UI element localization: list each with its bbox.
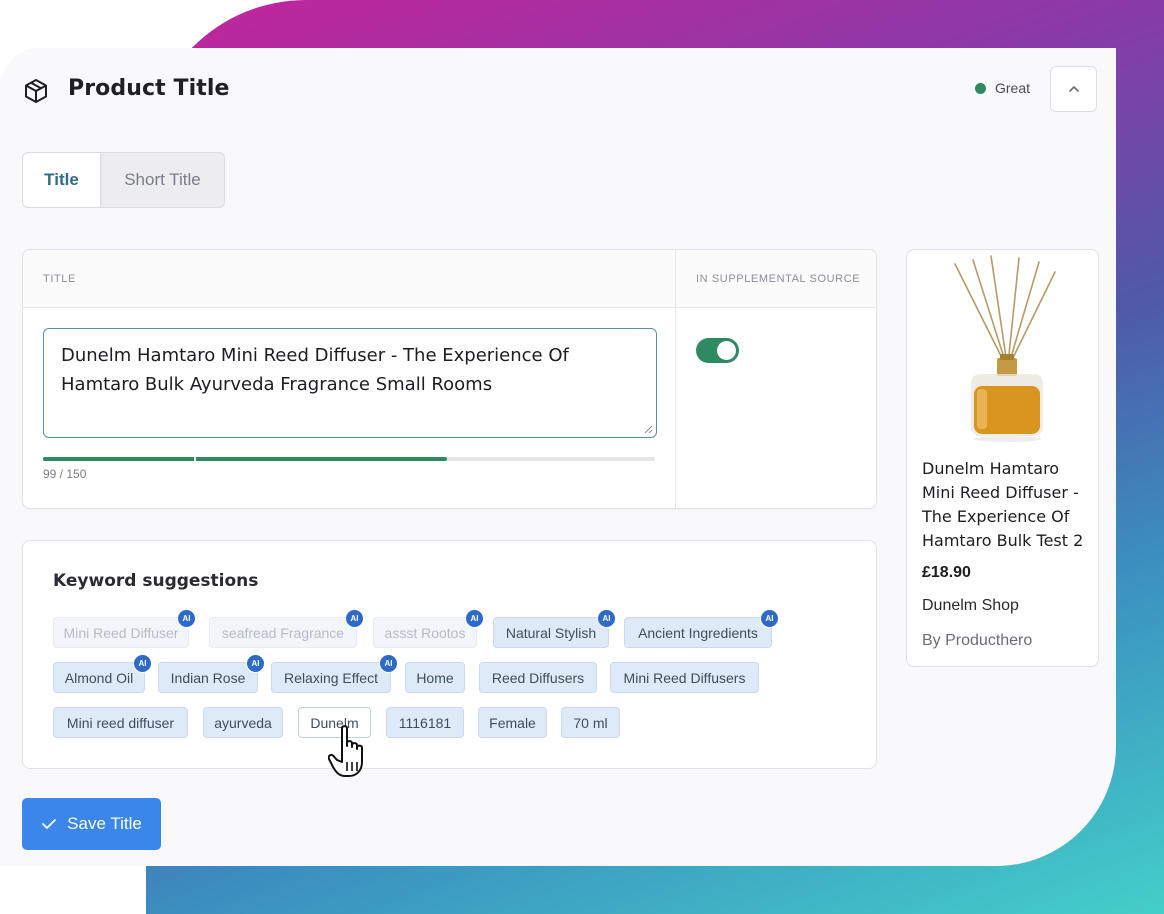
keyword-chip[interactable]: Home xyxy=(405,662,465,693)
tab-title[interactable]: Title xyxy=(23,153,101,207)
column-header-supplemental: IN SUPPLEMENTAL SOURCE xyxy=(675,250,876,308)
preview-shop: Dunelm Shop xyxy=(922,597,1019,614)
keyword-chip[interactable]: Mini Reed Diffuser AI xyxy=(53,609,196,648)
keyword-chip-label: assst Rootos xyxy=(384,624,466,641)
keyword-chip[interactable]: Relaxing Effect AI xyxy=(271,654,398,693)
keyword-chip-label: Almond Oil xyxy=(64,669,134,686)
preview-product-name[interactable]: Dunelm Hamtaro Mini Reed Diffuser - The … xyxy=(922,457,1092,553)
keyword-chip[interactable]: Female xyxy=(478,707,547,738)
keyword-chip[interactable]: Natural Stylish AI xyxy=(493,609,616,648)
title-editor-card: TITLE IN SUPPLEMENTAL SOURCE Dunelm Hamt… xyxy=(22,249,877,509)
check-icon xyxy=(42,819,57,829)
status-label: Great xyxy=(995,80,1031,96)
keyword-chip-label: Home xyxy=(416,669,454,686)
ai-badge-icon: AI xyxy=(345,609,364,628)
column-header-title: TITLE xyxy=(23,250,675,308)
ai-badge-icon: AI xyxy=(246,654,265,673)
progress-segment-divider xyxy=(194,457,196,461)
title-value: Dunelm Hamtaro Mini Reed Diffuser - The … xyxy=(61,345,569,395)
keyword-suggestions-card: Keyword suggestions Mini Reed Diffuser A… xyxy=(22,540,877,769)
keyword-chip[interactable]: Mini reed diffuser xyxy=(53,707,188,738)
title-tabs: Title Short Title xyxy=(22,152,225,208)
keyword-chip[interactable]: seafread Fragrance AI xyxy=(209,609,364,648)
preview-price: £18.90 xyxy=(922,564,971,581)
column-divider xyxy=(675,308,676,508)
reed-diffuser-image xyxy=(954,255,1056,442)
ai-badge-icon: AI xyxy=(177,609,196,628)
status-dot xyxy=(975,82,986,94)
chevron-up-icon xyxy=(1068,86,1079,92)
keyword-chip-label: 70 ml xyxy=(573,714,608,731)
keyword-chip-label: Mini Reed Diffuser xyxy=(63,624,179,641)
save-title-label: Save Title xyxy=(67,814,142,833)
hand-pointer-icon xyxy=(328,725,363,777)
keyword-chip-label: Female xyxy=(489,714,536,731)
keyword-chip-label: Mini reed diffuser xyxy=(66,714,175,731)
ai-badge-icon: AI xyxy=(760,609,779,628)
toggle-knob xyxy=(717,341,736,360)
keyword-chip[interactable]: Almond Oil AI xyxy=(53,654,152,693)
keyword-chip-label: Ancient Ingredients xyxy=(638,624,758,641)
char-progress-fill xyxy=(43,457,447,461)
collapse-button[interactable] xyxy=(1050,66,1097,112)
char-count: 99 / 150 xyxy=(43,467,87,481)
keyword-chip-label: Indian Rose xyxy=(170,669,246,686)
title-textarea[interactable]: Dunelm Hamtaro Mini Reed Diffuser - The … xyxy=(43,328,657,438)
ai-badge-icon: AI xyxy=(379,654,398,673)
save-title-button[interactable]: Save Title xyxy=(22,798,161,850)
keyword-chip[interactable]: 70 ml xyxy=(561,707,620,738)
keyword-chip[interactable]: Indian Rose AI xyxy=(158,654,265,693)
keyword-chip[interactable]: Ancient Ingredients AI xyxy=(624,609,779,648)
keyword-chip-label: Reed Diffusers xyxy=(491,669,585,686)
tab-short-title[interactable]: Short Title xyxy=(101,153,224,207)
keyword-chip-label: ayurveda xyxy=(214,714,272,731)
resize-grip-icon[interactable] xyxy=(644,425,653,434)
product-preview-card: Dunelm Hamtaro Mini Reed Diffuser - The … xyxy=(906,249,1099,667)
keyword-chip-label: Mini Reed Diffusers xyxy=(623,669,746,686)
cube-icon xyxy=(25,79,47,103)
keyword-chip-label: seafread Fragrance xyxy=(221,624,345,641)
keyword-chip[interactable]: Reed Diffusers xyxy=(479,662,597,693)
char-progress-bar xyxy=(43,457,655,461)
keyword-chip[interactable]: ayurveda xyxy=(203,707,283,738)
supplemental-source-toggle[interactable] xyxy=(696,338,739,363)
keyword-chip-label: Natural Stylish xyxy=(505,624,597,641)
keyword-suggestions-heading: Keyword suggestions xyxy=(53,571,259,591)
status-indicator: Great xyxy=(975,80,1030,96)
keyword-chip[interactable]: Mini Reed Diffusers xyxy=(610,662,759,693)
keyword-chip[interactable]: 1116181 xyxy=(386,707,464,738)
keyword-chip[interactable]: assst Rootos AI xyxy=(373,609,484,648)
ai-badge-icon: AI xyxy=(465,609,484,628)
keyword-chip-label: Relaxing Effect xyxy=(284,669,378,686)
ai-badge-icon: AI xyxy=(597,609,616,628)
ai-badge-icon: AI xyxy=(133,654,152,673)
page-title: Product Title xyxy=(68,76,230,101)
preview-attribution: By Producthero xyxy=(922,632,1033,649)
keyword-chip-label: 1116181 xyxy=(398,714,452,731)
